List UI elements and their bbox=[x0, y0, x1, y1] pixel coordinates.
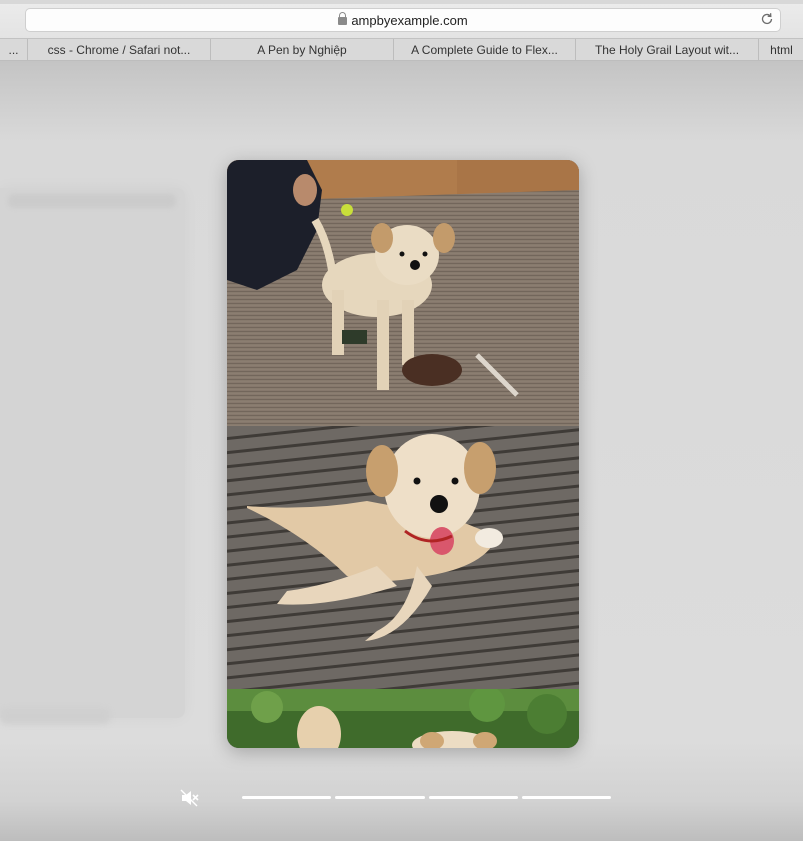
tab-4-label: The Holy Grail Layout wit... bbox=[594, 43, 740, 57]
tab-5[interactable]: html bbox=[758, 39, 803, 61]
story-card[interactable] bbox=[227, 160, 579, 748]
speaker-muted-icon[interactable] bbox=[180, 788, 200, 808]
address-bar[interactable]: ampbyexample.com bbox=[25, 8, 781, 32]
story-image-puppy-standing bbox=[227, 160, 579, 426]
tab-1-label: css - Chrome / Safari not... bbox=[47, 43, 191, 57]
ghost-caption bbox=[0, 708, 110, 724]
progress-segment-3 bbox=[429, 796, 518, 799]
browser-toolbar: ampbyexample.com bbox=[0, 0, 803, 38]
tab-5-label: html bbox=[770, 43, 793, 57]
tab-0-label: ... bbox=[8, 43, 19, 57]
tab-3[interactable]: A Complete Guide to Flex... bbox=[393, 39, 575, 61]
reload-icon[interactable] bbox=[760, 12, 774, 26]
tab-0[interactable]: ... bbox=[0, 39, 27, 61]
ghost-title bbox=[8, 194, 176, 208]
progress-segment-4 bbox=[522, 796, 611, 799]
bookmark-strip bbox=[0, 0, 803, 4]
address-url: ampbyexample.com bbox=[26, 12, 780, 28]
story-image-puppy-lying bbox=[227, 426, 579, 689]
lock-icon bbox=[338, 12, 348, 25]
story-viewer bbox=[0, 61, 803, 841]
progress-segment-1 bbox=[242, 796, 331, 799]
progress-segment-2 bbox=[335, 796, 425, 799]
tab-1[interactable]: css - Chrome / Safari not... bbox=[27, 39, 210, 61]
tab-2[interactable]: A Pen by Nghiệp bbox=[210, 39, 393, 61]
tab-3-label: A Complete Guide to Flex... bbox=[411, 43, 558, 57]
previous-story-card[interactable] bbox=[0, 188, 185, 724]
story-image-puppies-garden bbox=[227, 689, 579, 748]
tab-2-label: A Pen by Nghiệp bbox=[257, 43, 347, 57]
url-text: ampbyexample.com bbox=[351, 13, 468, 28]
tab-4[interactable]: The Holy Grail Layout wit... bbox=[575, 39, 758, 61]
tab-bar: ... css - Chrome / Safari not... A Pen b… bbox=[0, 38, 803, 61]
